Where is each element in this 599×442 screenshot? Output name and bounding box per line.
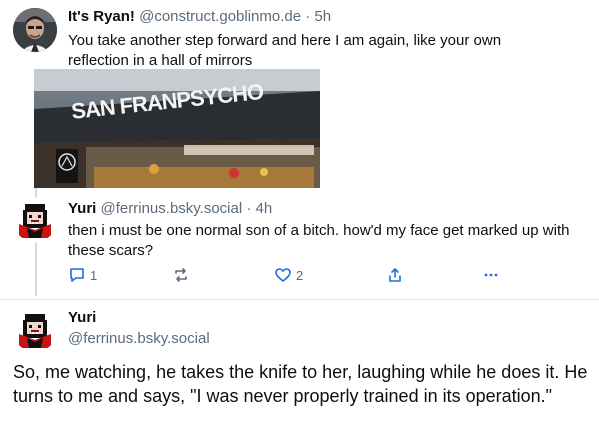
- reply-author-handle[interactable]: @ferrinus.bsky.social: [101, 200, 243, 217]
- post-1-image[interactable]: SAN FRANPSYCHO: [34, 69, 320, 188]
- reply-actions: 1 2: [68, 266, 508, 288]
- more-options-button[interactable]: [482, 266, 500, 284]
- separator-dot: ·: [246, 200, 252, 217]
- reply-header: Yuri @ferrinus.bsky.social · 4h: [68, 200, 272, 217]
- reply-text: then i must be one normal son of a bitch…: [68, 222, 570, 259]
- more-icon: [482, 266, 500, 284]
- reply-timestamp[interactable]: 4h: [256, 200, 273, 217]
- main-author-name[interactable]: Yuri: [68, 309, 96, 326]
- divider: [0, 299, 599, 300]
- reply-author-name[interactable]: Yuri: [68, 200, 96, 217]
- repost-button[interactable]: [172, 266, 194, 284]
- post-1-text: You take another step forward and here I…: [68, 32, 502, 69]
- author-name[interactable]: It's Ryan!: [68, 8, 135, 25]
- avatar-yuri[interactable]: [13, 198, 57, 242]
- post-1-header: It's Ryan! @construct.goblinmo.de · 5h: [68, 8, 331, 25]
- like-count: 2: [296, 267, 304, 283]
- separator-dot: ·: [305, 8, 311, 25]
- reply-button[interactable]: 1: [68, 266, 97, 284]
- share-button[interactable]: [386, 266, 404, 284]
- thread-line-reply: [35, 242, 37, 296]
- heart-icon: [274, 266, 292, 284]
- avatar-ryan-image: [13, 8, 57, 52]
- avatar-yuri-image: [13, 308, 57, 352]
- share-icon: [386, 266, 404, 284]
- repost-icon: [172, 266, 190, 284]
- avatar-yuri-image: [13, 198, 57, 242]
- post-timestamp[interactable]: 5h: [314, 8, 331, 25]
- main-author-handle[interactable]: @ferrinus.bsky.social: [68, 330, 210, 347]
- avatar-ryan[interactable]: [13, 8, 57, 52]
- reply-count: 1: [90, 267, 98, 283]
- main-avatar-yuri[interactable]: [13, 308, 57, 352]
- like-button[interactable]: 2: [274, 266, 303, 284]
- author-handle[interactable]: @construct.goblinmo.de: [139, 8, 301, 25]
- comment-icon: [68, 266, 86, 284]
- main-post-text: So, me watching, he takes the knife to h…: [13, 362, 588, 406]
